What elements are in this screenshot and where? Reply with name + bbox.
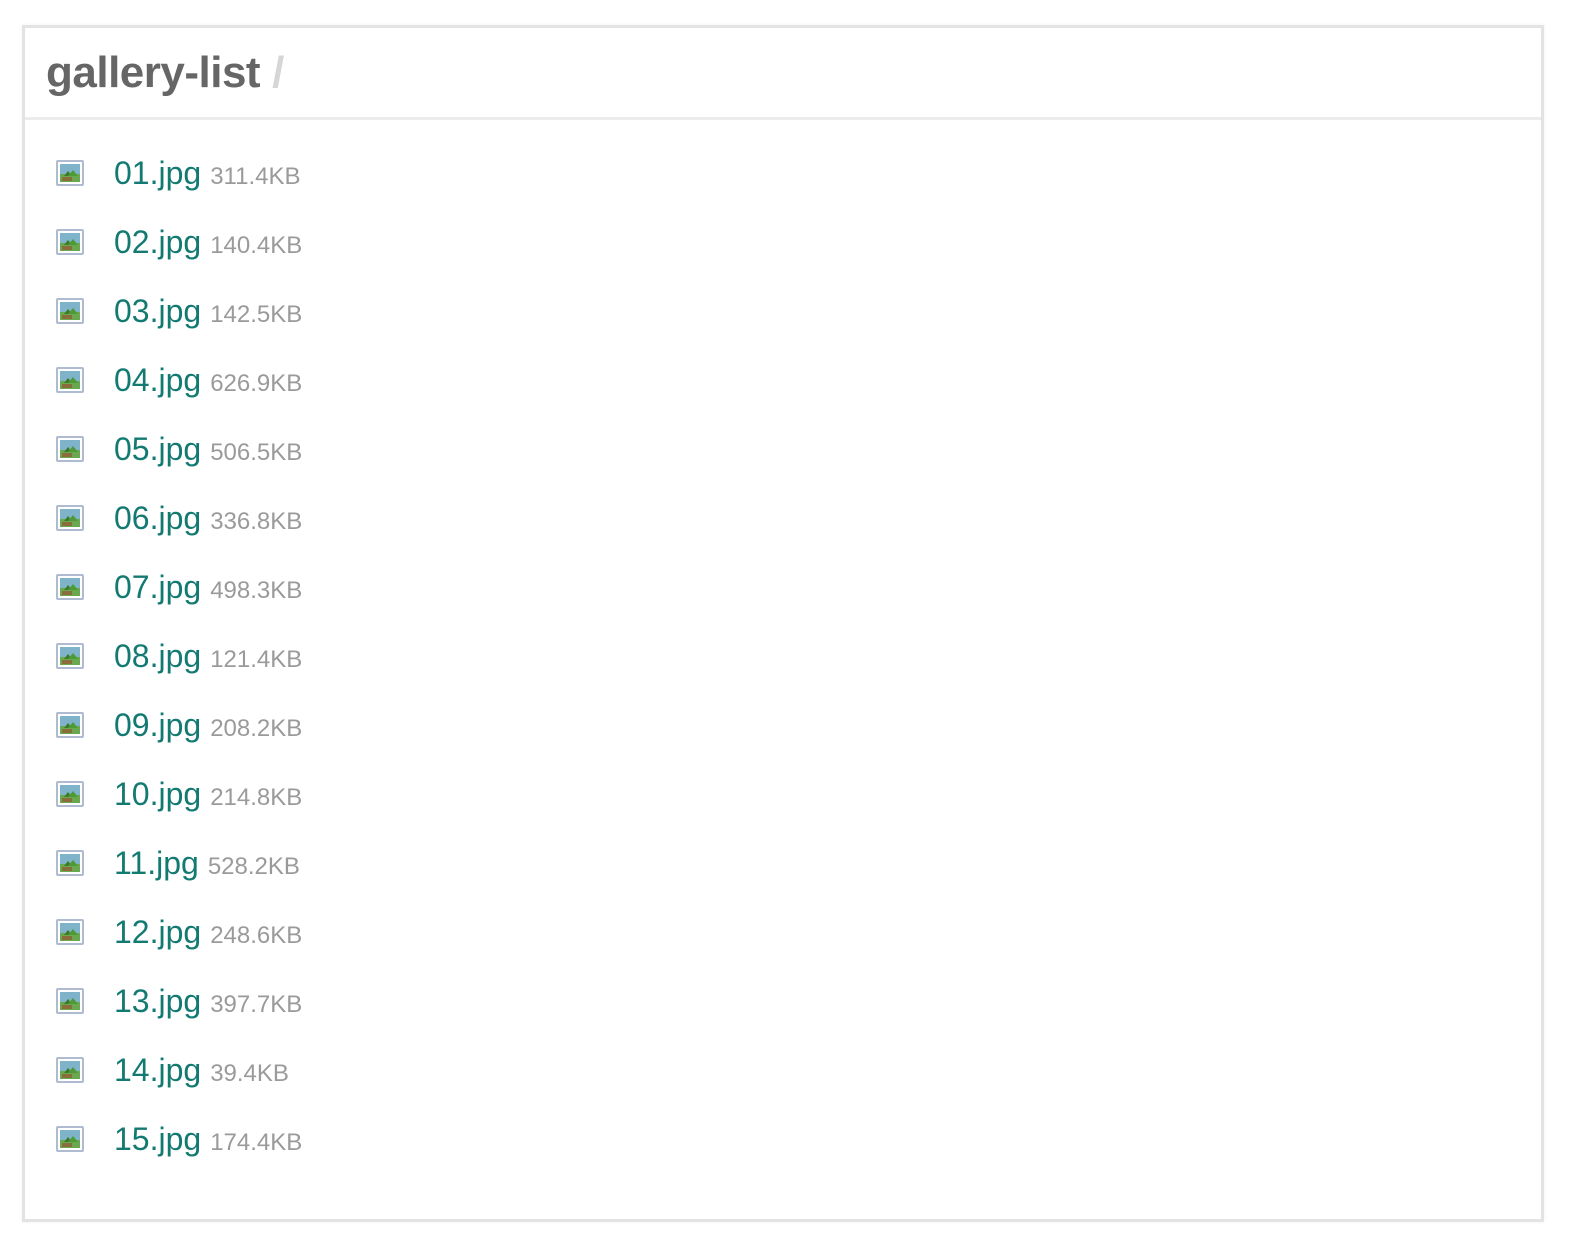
file-size: 626.9KB bbox=[210, 370, 303, 397]
file-link[interactable]: 14.jpg 39.4KB bbox=[114, 1052, 289, 1089]
file-name: 07.jpg bbox=[114, 569, 202, 605]
file-link[interactable]: 06.jpg 336.8KB bbox=[114, 500, 302, 537]
file-link[interactable]: 09.jpg 208.2KB bbox=[114, 707, 302, 744]
file-link[interactable]: 15.jpg 174.4KB bbox=[114, 1121, 302, 1158]
file-size: 121.4KB bbox=[210, 646, 303, 673]
file-size: 248.6KB bbox=[210, 922, 303, 949]
image-file-icon bbox=[56, 505, 84, 531]
file-name: 06.jpg bbox=[114, 500, 202, 536]
image-file-icon bbox=[56, 1057, 84, 1083]
image-file-icon bbox=[56, 367, 84, 393]
file-size: 336.8KB bbox=[210, 508, 303, 535]
file-link[interactable]: 11.jpg 528.2KB bbox=[114, 845, 300, 882]
file-link[interactable]: 03.jpg 142.5KB bbox=[114, 293, 302, 330]
image-file-icon bbox=[56, 160, 84, 186]
file-size: 174.4KB bbox=[210, 1129, 303, 1156]
image-file-icon bbox=[56, 988, 84, 1014]
image-file-icon bbox=[56, 919, 84, 945]
file-name: 13.jpg bbox=[114, 983, 202, 1019]
file-name: 05.jpg bbox=[114, 431, 202, 467]
file-name: 15.jpg bbox=[114, 1121, 202, 1157]
file-name: 01.jpg bbox=[114, 155, 202, 191]
file-name: 03.jpg bbox=[114, 293, 202, 329]
file-name: 12.jpg bbox=[114, 914, 202, 950]
header: gallery-list / bbox=[25, 28, 1541, 120]
file-link[interactable]: 12.jpg 248.6KB bbox=[114, 914, 302, 951]
image-file-icon bbox=[56, 643, 84, 669]
file-link[interactable]: 02.jpg 140.4KB bbox=[114, 224, 302, 261]
image-file-icon bbox=[56, 850, 84, 876]
file-size: 208.2KB bbox=[210, 715, 303, 742]
file-name: 08.jpg bbox=[114, 638, 202, 674]
image-file-icon bbox=[56, 712, 84, 738]
file-size: 528.2KB bbox=[207, 853, 300, 880]
image-file-icon bbox=[56, 298, 84, 324]
file-name: 09.jpg bbox=[114, 707, 202, 743]
file-link[interactable]: 05.jpg 506.5KB bbox=[114, 431, 302, 468]
file-size: 214.8KB bbox=[210, 784, 303, 811]
file-link[interactable]: 07.jpg 498.3KB bbox=[114, 569, 302, 606]
directory-listing-panel: gallery-list / 01.jpg 311.4KB 02.jpg 140… bbox=[22, 25, 1544, 1222]
file-link[interactable]: 10.jpg 214.8KB bbox=[114, 776, 302, 813]
path-separator: / bbox=[272, 47, 285, 97]
file-size: 498.3KB bbox=[210, 577, 303, 604]
file-size: 397.7KB bbox=[210, 991, 303, 1018]
image-file-icon bbox=[56, 436, 84, 462]
file-size: 506.5KB bbox=[210, 439, 303, 466]
file-size: 39.4KB bbox=[210, 1060, 289, 1087]
file-link[interactable]: 04.jpg 626.9KB bbox=[114, 362, 302, 399]
image-file-icon bbox=[56, 229, 84, 255]
file-size: 142.5KB bbox=[210, 301, 303, 328]
file-size: 140.4KB bbox=[210, 232, 303, 259]
file-name: 04.jpg bbox=[114, 362, 202, 398]
image-file-icon bbox=[56, 1126, 84, 1152]
image-file-icon bbox=[56, 781, 84, 807]
file-size: 311.4KB bbox=[210, 163, 301, 190]
page-title: gallery-list bbox=[46, 47, 261, 97]
file-link[interactable]: 01.jpg 311.4KB bbox=[114, 155, 300, 192]
file-name: 10.jpg bbox=[114, 776, 202, 812]
file-name: 14.jpg bbox=[114, 1052, 202, 1088]
file-name: 11.jpg bbox=[114, 845, 199, 881]
file-link[interactable]: 13.jpg 397.7KB bbox=[114, 983, 302, 1020]
file-name: 02.jpg bbox=[114, 224, 202, 260]
image-file-icon bbox=[56, 574, 84, 600]
file-link[interactable]: 08.jpg 121.4KB bbox=[114, 638, 302, 675]
